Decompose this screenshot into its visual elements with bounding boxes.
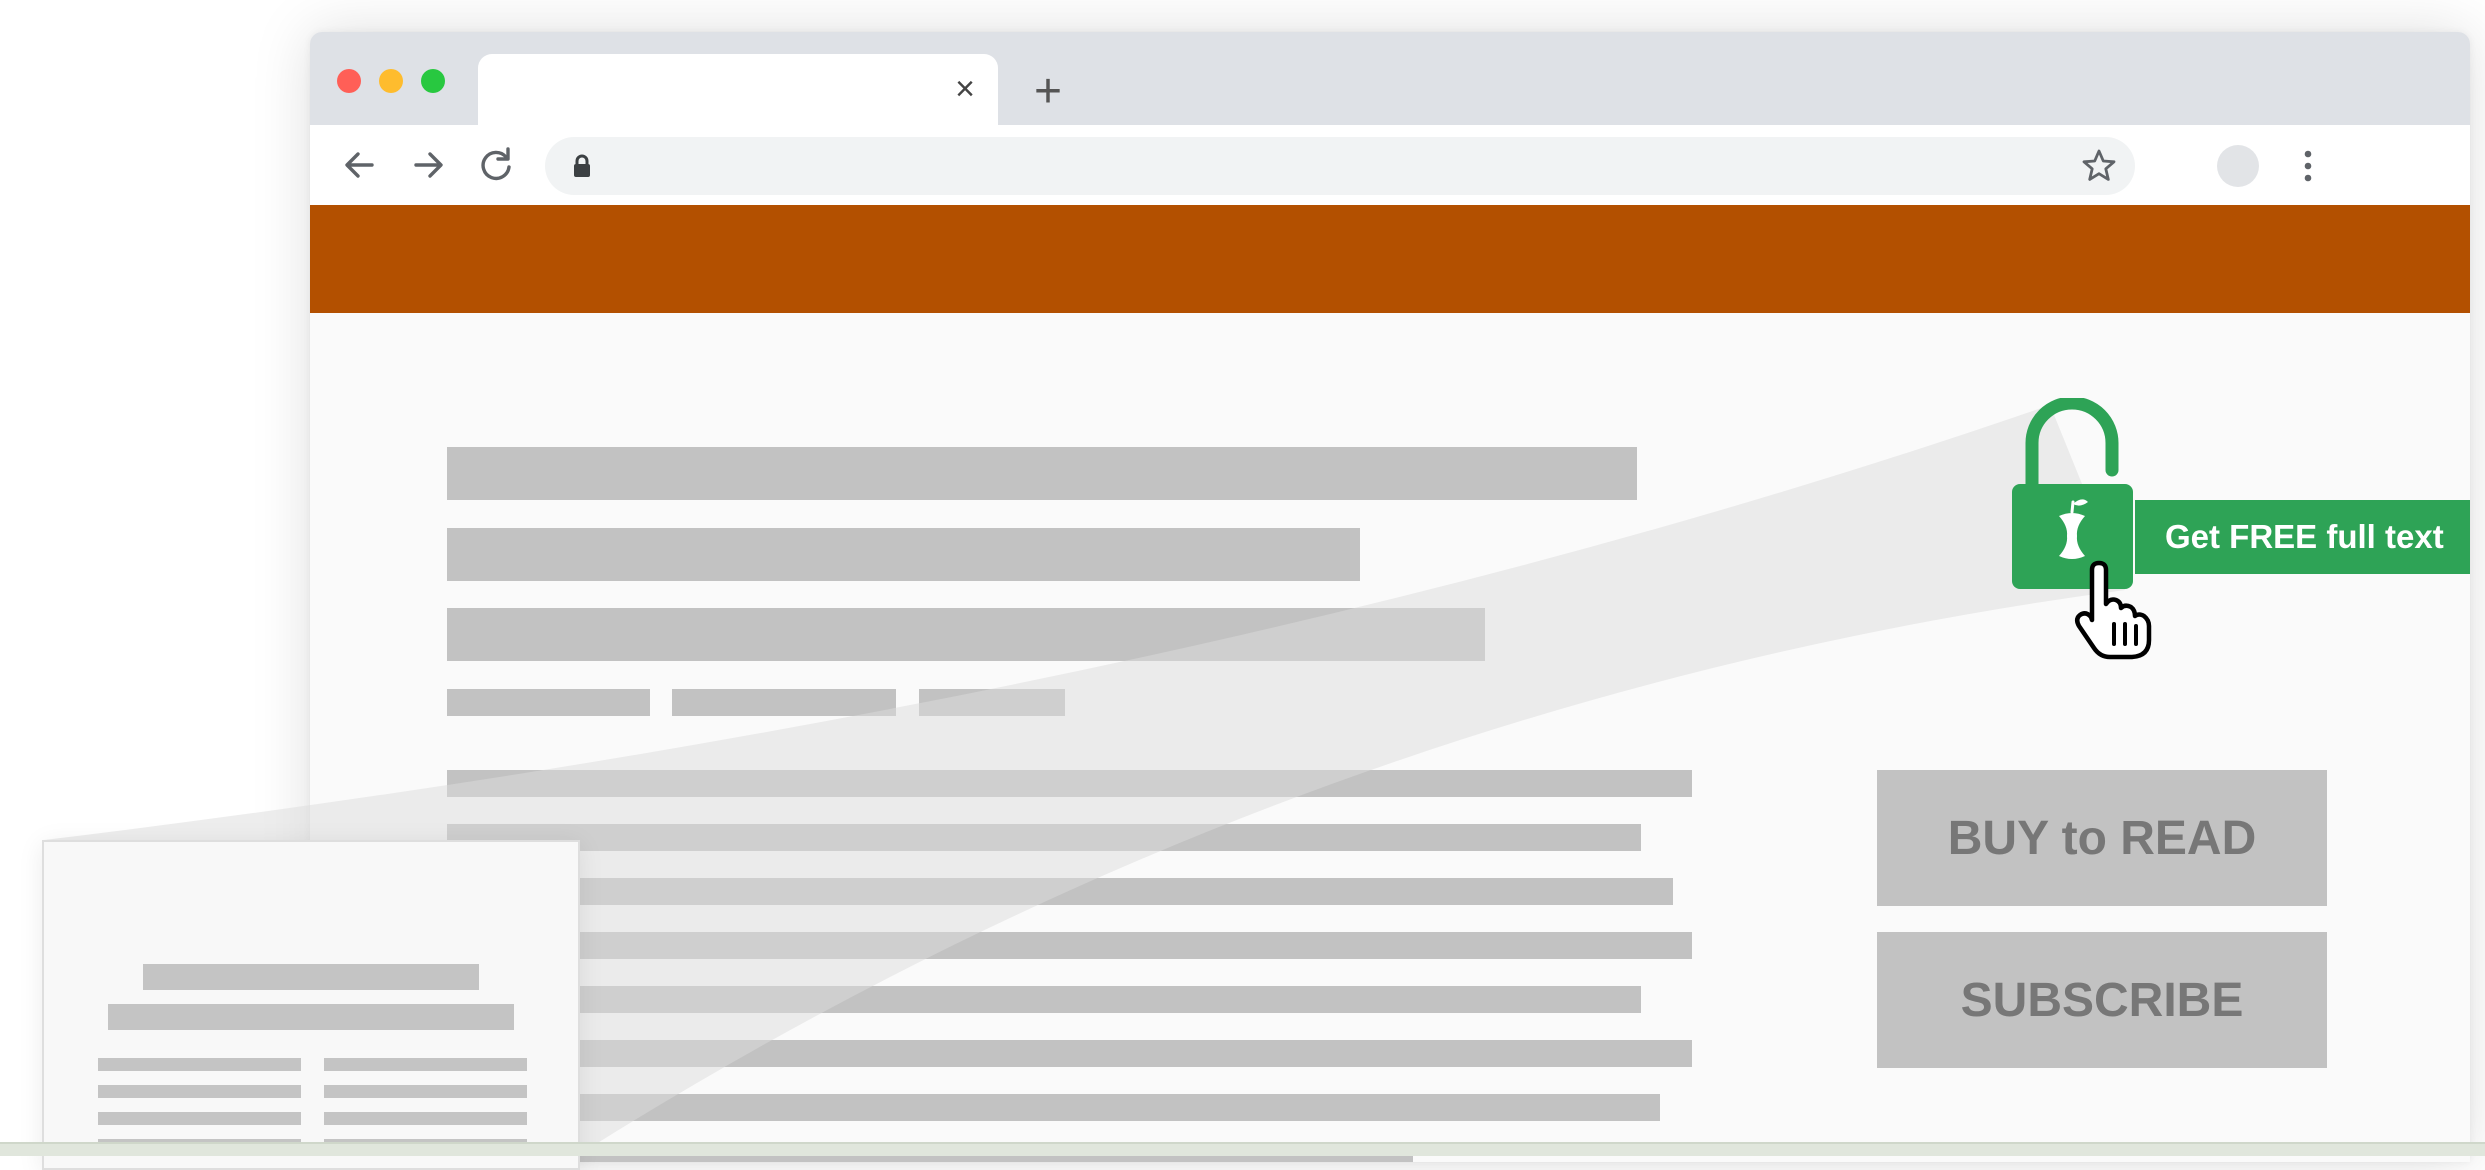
back-button[interactable] <box>334 139 386 191</box>
body-text-placeholder <box>447 986 1641 1013</box>
new-tab-button[interactable]: + <box>1022 66 1074 118</box>
thumbnail-title-line <box>143 964 479 990</box>
bookmark-star-icon[interactable] <box>2079 146 2119 186</box>
title-placeholder-line <box>447 447 1637 500</box>
site-header-banner <box>310 205 2470 313</box>
thumbnail-text-line <box>98 1112 301 1125</box>
profile-avatar[interactable] <box>2217 145 2259 187</box>
menu-dots-icon[interactable] <box>2298 145 2318 187</box>
thumbnail-text-line <box>98 1085 301 1098</box>
meta-placeholder <box>672 689 896 716</box>
reload-button[interactable] <box>470 139 522 191</box>
body-text-placeholder <box>447 824 1641 851</box>
thumbnail-text-line <box>324 1085 527 1098</box>
hand-pointer-icon <box>2075 560 2152 660</box>
browser-tab[interactable]: × <box>478 54 998 125</box>
close-window-button[interactable] <box>337 69 361 93</box>
minimize-window-button[interactable] <box>379 69 403 93</box>
body-text-placeholder <box>447 878 1673 905</box>
thumbnail-title-line <box>108 1004 514 1030</box>
forward-button[interactable] <box>402 139 454 191</box>
title-placeholder-line <box>447 608 1485 661</box>
body-text-placeholder <box>447 770 1692 797</box>
get-free-full-text-button[interactable]: Get FREE full text <box>2135 500 2470 574</box>
title-placeholder-line <box>447 528 1360 581</box>
body-text-placeholder <box>447 1094 1660 1121</box>
arrow-right-icon <box>414 152 443 178</box>
subscribe-button[interactable]: SUBSCRIBE <box>1877 932 2327 1068</box>
thumbnail-text-line <box>324 1058 527 1071</box>
reload-icon <box>481 147 511 181</box>
arrow-left-icon <box>345 152 374 178</box>
meta-placeholder <box>447 689 650 716</box>
body-text-placeholder <box>447 932 1692 959</box>
article-page: BUY to READ SUBSCRIBE <box>310 313 2470 1162</box>
thumbnail-text-line <box>98 1058 301 1071</box>
maximize-window-button[interactable] <box>421 69 445 93</box>
free-version-document-thumbnail <box>42 840 580 1170</box>
meta-placeholder <box>919 689 1065 716</box>
body-text-placeholder <box>447 1040 1692 1067</box>
tab-close-icon[interactable]: × <box>942 66 988 112</box>
buy-to-read-button[interactable]: BUY to READ <box>1877 770 2327 906</box>
browser-toolbar <box>310 125 2470 205</box>
thumbnail-text-line <box>324 1112 527 1125</box>
tab-strip: × + <box>310 32 2470 125</box>
address-bar[interactable] <box>545 137 2135 195</box>
lock-icon <box>574 154 590 177</box>
